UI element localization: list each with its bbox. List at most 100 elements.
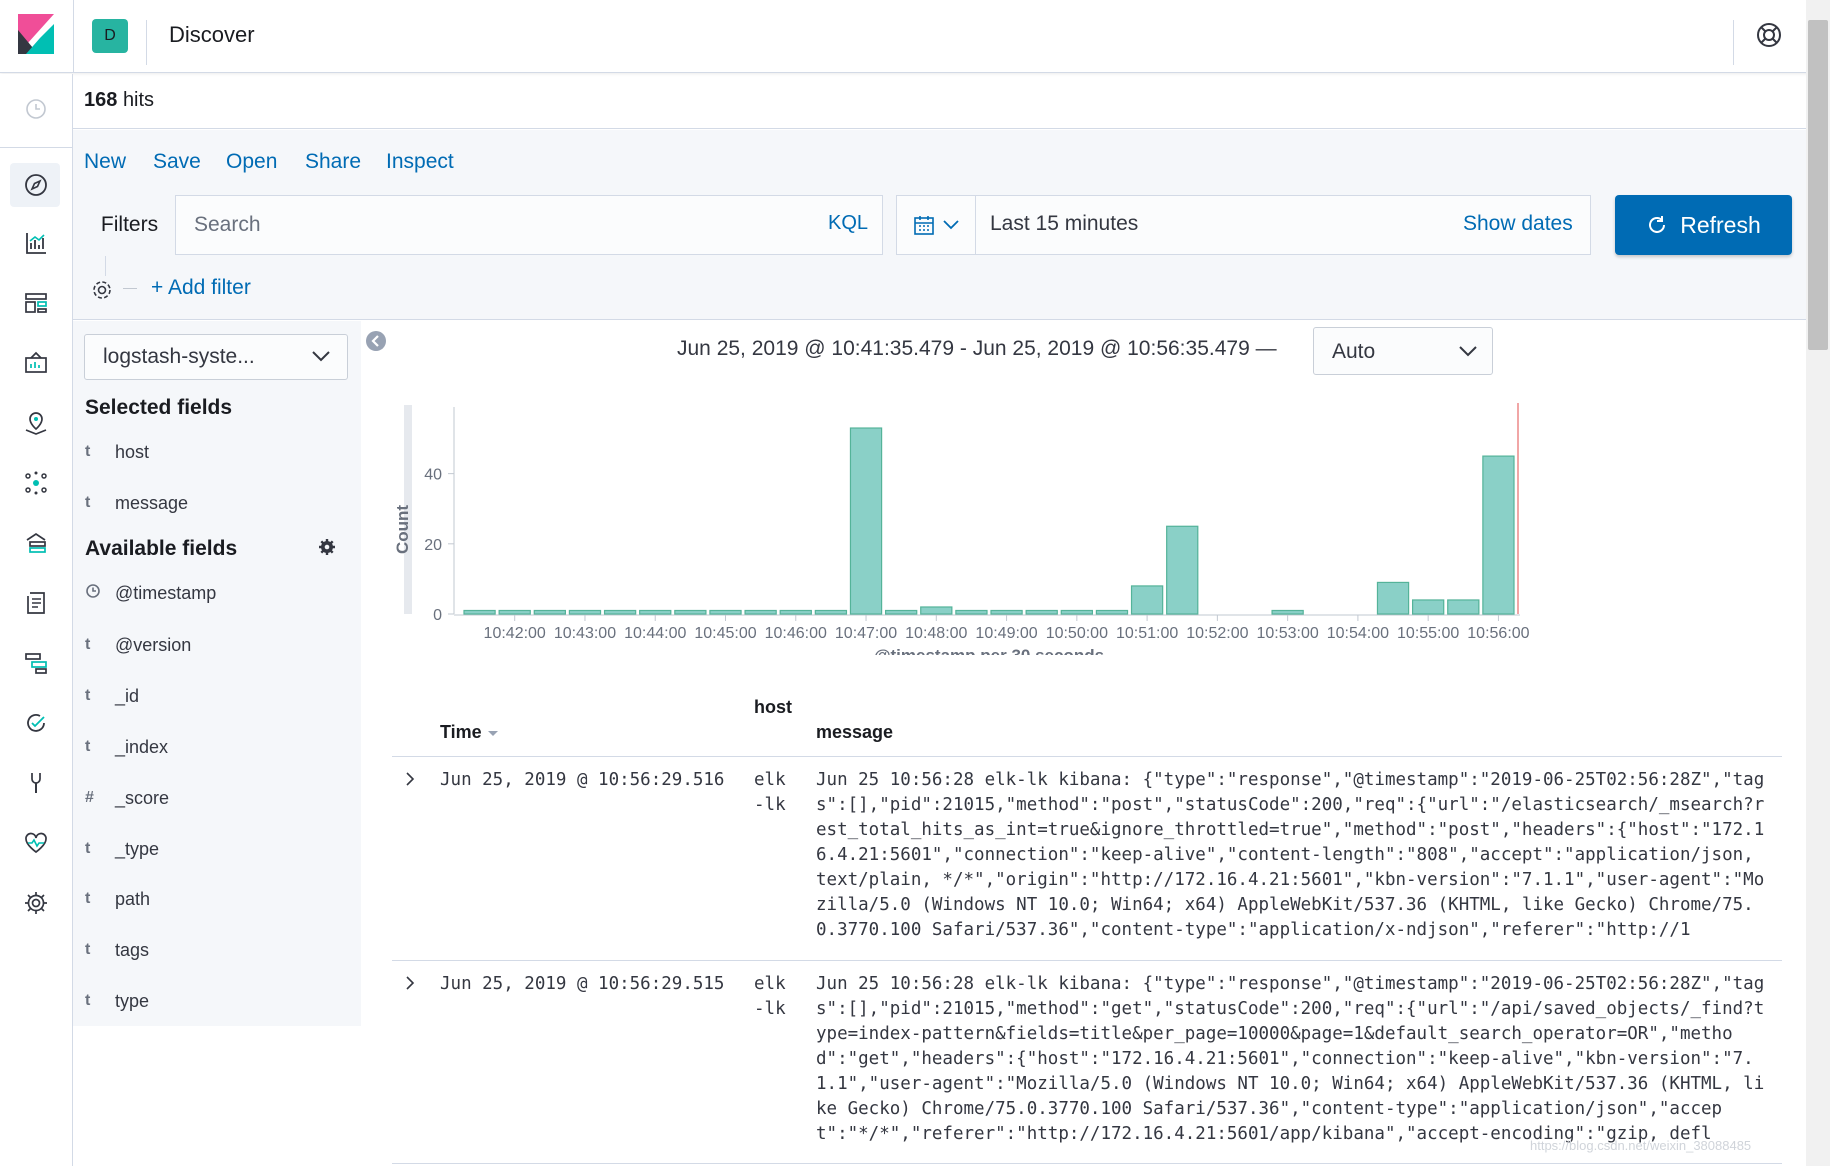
- dev-tools-wrench-icon[interactable]: [21, 768, 51, 798]
- field-item-index[interactable]: t _index: [85, 732, 168, 762]
- field-item-type-underscore[interactable]: t _type: [85, 834, 159, 864]
- string-type-icon: t: [85, 443, 91, 460]
- y-tick-label: 20: [424, 537, 442, 554]
- open-link[interactable]: Open: [226, 150, 277, 174]
- field-name: @timestamp: [115, 582, 217, 603]
- histogram-bar: [849, 427, 883, 615]
- field-name: @version: [115, 634, 192, 655]
- field-item-timestamp[interactable]: @timestamp: [85, 578, 216, 608]
- machine-learning-icon[interactable]: [21, 468, 51, 498]
- monitoring-heartbeat-icon[interactable]: [21, 828, 51, 858]
- dashboard-icon[interactable]: [21, 288, 51, 318]
- divider: [1733, 20, 1734, 65]
- histogram-bar: [1130, 585, 1164, 615]
- recently-viewed-clock-icon[interactable]: [21, 94, 51, 124]
- canvas-icon[interactable]: [21, 348, 51, 378]
- field-item-host[interactable]: t host: [85, 437, 149, 467]
- divider: [105, 256, 106, 276]
- field-name: _type: [115, 838, 160, 859]
- infrastructure-icon[interactable]: [21, 528, 51, 558]
- search-input[interactable]: [180, 196, 810, 254]
- field-item-id[interactable]: t _id: [85, 681, 139, 711]
- visualize-chart-icon[interactable]: [21, 228, 51, 258]
- field-item-type[interactable]: t type: [85, 986, 149, 1016]
- scrollbar-thumb[interactable]: [1808, 20, 1828, 350]
- maps-icon[interactable]: [21, 408, 51, 438]
- x-tick-label: 10:55:00: [1397, 625, 1459, 642]
- page-title: Discover: [169, 22, 255, 47]
- histogram-bar: [498, 609, 531, 615]
- management-gear-icon[interactable]: [21, 888, 51, 918]
- index-pattern-select[interactable]: logstash-syste...: [84, 334, 348, 380]
- calendar-icon: [913, 216, 934, 235]
- save-link[interactable]: Save: [153, 150, 201, 174]
- sort-down-icon[interactable]: [487, 728, 499, 738]
- field-item-version[interactable]: t @version: [85, 630, 191, 660]
- row-host: elk-lk: [754, 974, 786, 1019]
- collapse-sidebar-arrow-icon[interactable]: [365, 330, 387, 352]
- string-type-icon: t: [85, 941, 91, 958]
- field-name: tags: [115, 939, 150, 960]
- divider: [146, 20, 147, 65]
- histogram-bar: [1271, 609, 1304, 615]
- field-item-score[interactable]: # _score: [85, 783, 169, 813]
- col-header-host[interactable]: host: [754, 697, 792, 718]
- histogram-bar: [1095, 609, 1129, 615]
- refresh-button[interactable]: Refresh: [1615, 195, 1792, 255]
- hits-count: 168 hits: [84, 89, 154, 112]
- kql-toggle[interactable]: KQL: [828, 212, 868, 235]
- histogram-bar: [639, 609, 672, 615]
- expand-row-chevron-icon[interactable]: [403, 772, 417, 786]
- row-host: elk-lk: [754, 770, 786, 815]
- histogram-bar: [814, 609, 848, 615]
- field-item-message[interactable]: t message: [85, 488, 188, 518]
- quick-date-menu-button[interactable]: [896, 195, 976, 255]
- string-type-icon: t: [85, 890, 91, 907]
- time-range-label[interactable]: Last 15 minutes: [990, 212, 1138, 236]
- col-header-message[interactable]: message: [816, 722, 893, 743]
- logs-icon[interactable]: [21, 588, 51, 618]
- row-time: Jun 25, 2019 @ 10:56:29.516: [440, 770, 725, 790]
- inspect-link[interactable]: Inspect: [386, 150, 454, 174]
- string-type-icon: t: [85, 687, 91, 704]
- y-tick-label: 40: [424, 467, 442, 484]
- row-time: Jun 25, 2019 @ 10:56:29.515: [440, 974, 725, 994]
- string-type-icon: t: [85, 494, 91, 511]
- x-tick-label: 10:49:00: [975, 625, 1037, 642]
- histogram-bar: [1025, 609, 1058, 615]
- divider: [392, 1163, 1782, 1164]
- x-tick-label: 10:51:00: [1116, 625, 1178, 642]
- x-tick-label: 10:50:00: [1046, 625, 1108, 642]
- discover-compass-icon[interactable]: [21, 170, 51, 200]
- col-header-time[interactable]: Time: [440, 722, 499, 743]
- uptime-icon[interactable]: [21, 708, 51, 738]
- histogram-bar: [885, 609, 918, 615]
- date-type-clock-icon: [85, 583, 115, 604]
- add-filter-button[interactable]: + Add filter: [151, 276, 251, 300]
- space-avatar[interactable]: D: [92, 19, 128, 53]
- help-lifebuoy-icon[interactable]: [1756, 22, 1782, 48]
- filters-button[interactable]: Filters: [84, 195, 176, 255]
- kibana-logo-icon[interactable]: [18, 14, 54, 54]
- histogram-bar: [1447, 599, 1480, 615]
- filter-options-gear-icon[interactable]: [89, 277, 115, 303]
- expand-row-chevron-icon[interactable]: [403, 976, 417, 990]
- col-header-time-label: Time: [440, 722, 482, 742]
- histogram-bar: [533, 609, 566, 615]
- field-item-path[interactable]: t path: [85, 884, 150, 914]
- share-link[interactable]: Share: [305, 150, 361, 174]
- chart-time-range: Jun 25, 2019 @ 10:41:35.479 - Jun 25, 20…: [677, 337, 1277, 360]
- field-item-tags[interactable]: t tags: [85, 935, 149, 965]
- x-axis-title: @timestamp per 30 seconds: [874, 646, 1104, 655]
- show-dates-link[interactable]: Show dates: [1463, 212, 1573, 236]
- x-tick-label: 10:47:00: [835, 625, 897, 642]
- apm-icon[interactable]: [21, 648, 51, 678]
- x-tick-label: 10:46:00: [765, 625, 827, 642]
- histogram-bar: [603, 609, 637, 615]
- histogram-bar: [779, 609, 812, 615]
- row-message: Jun 25 10:56:28 elk-lk kibana: {"type":"…: [816, 770, 1765, 940]
- x-tick-label: 10:56:00: [1467, 625, 1529, 642]
- field-settings-gear-icon[interactable]: [318, 538, 336, 556]
- new-link[interactable]: New: [84, 150, 126, 174]
- divider: [392, 756, 1782, 757]
